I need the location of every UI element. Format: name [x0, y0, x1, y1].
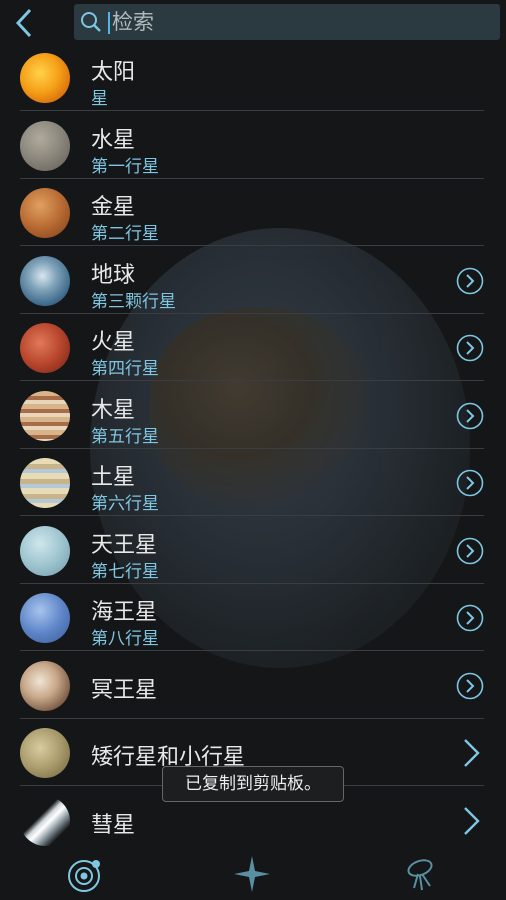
item-name: 木星	[91, 397, 136, 423]
item-subtitle: 第四行星	[91, 359, 159, 379]
planet-thumbnail	[20, 660, 70, 711]
list-item[interactable]: 太阳星	[0, 44, 506, 111]
search-icon	[81, 12, 101, 32]
item-name: 彗星	[91, 812, 136, 838]
star-icon	[234, 856, 270, 892]
list-item[interactable]: 木星 第五行星	[0, 382, 506, 449]
planet-thumbnail	[20, 390, 70, 441]
details-button[interactable]	[456, 469, 484, 497]
bottom-tab-bar	[0, 848, 506, 900]
planet-thumbnail	[20, 458, 70, 508]
item-subtitle: 第一行星	[91, 156, 159, 177]
planet-thumbnail	[20, 53, 70, 103]
planet-thumbnail	[20, 795, 70, 846]
tab-spacecraft[interactable]	[400, 854, 440, 894]
list-item[interactable]: 地球 第三颗行星	[0, 247, 506, 314]
item-name: 土星	[91, 465, 136, 490]
tab-stars[interactable]	[232, 854, 272, 894]
circle-chevron-right-icon	[456, 402, 484, 429]
chevron-left-icon	[15, 8, 32, 38]
search-box[interactable]	[74, 4, 500, 40]
item-name: 水星	[91, 127, 136, 153]
list-item[interactable]: 土星 第六行星	[0, 449, 506, 516]
item-name: 海王星	[91, 600, 158, 625]
item-subtitle: 第六行星	[91, 494, 159, 514]
circle-chevron-right-icon	[456, 267, 484, 294]
planet-thumbnail	[20, 593, 70, 643]
list-item[interactable]: 天王星 第七行星	[0, 517, 506, 584]
list-item[interactable]: 冥王星	[0, 652, 506, 719]
details-button[interactable]	[456, 672, 484, 700]
details-button[interactable]	[456, 402, 484, 430]
expand-button[interactable]	[456, 739, 484, 767]
solar-system-icon	[68, 860, 100, 892]
circle-chevron-right-icon	[456, 604, 484, 632]
item-name: 天王星	[91, 532, 158, 558]
top-bar	[0, 0, 506, 46]
item-subtitle: 第三颗行星	[91, 291, 176, 312]
planet-thumbnail	[20, 525, 70, 576]
circle-chevron-right-icon	[456, 334, 484, 362]
planet-thumbnail	[20, 728, 70, 778]
search-input[interactable]	[112, 8, 482, 36]
spacecraft-icon	[407, 859, 433, 891]
item-name: 地球	[91, 262, 136, 288]
item-name: 冥王星	[91, 677, 158, 703]
details-button[interactable]	[456, 537, 484, 565]
item-subtitle: 星	[91, 89, 108, 109]
list-item[interactable]: 水星 第一行星	[0, 112, 506, 179]
back-button[interactable]	[10, 6, 40, 40]
item-subtitle: 第八行星	[91, 629, 159, 649]
item-name: 金星	[91, 195, 136, 220]
details-button[interactable]	[456, 604, 484, 632]
planet-thumbnail	[20, 188, 70, 238]
item-subtitle: 第七行星	[91, 561, 159, 582]
list-item[interactable]: 火星 第四行星	[0, 314, 506, 381]
circle-chevron-right-icon	[456, 672, 484, 699]
details-button[interactable]	[456, 334, 484, 362]
planet-thumbnail	[20, 255, 70, 306]
toast-message: 已复制到剪贴板。	[162, 766, 344, 802]
item-subtitle: 第五行星	[91, 426, 159, 447]
list-item[interactable]: 金星 第二行星	[0, 179, 506, 246]
item-name: 太阳	[91, 60, 136, 85]
planet-thumbnail	[20, 323, 70, 373]
text-caret	[108, 12, 110, 34]
list-item[interactable]: 海王星 第八行星	[0, 584, 506, 651]
circle-chevron-right-icon	[456, 469, 484, 497]
chevron-right-icon	[464, 739, 480, 767]
planet-thumbnail	[20, 120, 70, 171]
chevron-right-icon	[464, 806, 480, 835]
expand-button[interactable]	[456, 806, 484, 835]
circle-chevron-right-icon	[456, 537, 484, 564]
item-subtitle: 第二行星	[91, 224, 159, 244]
details-button[interactable]	[456, 267, 484, 295]
tab-solar-system[interactable]	[64, 854, 104, 894]
item-name: 火星	[91, 330, 136, 355]
